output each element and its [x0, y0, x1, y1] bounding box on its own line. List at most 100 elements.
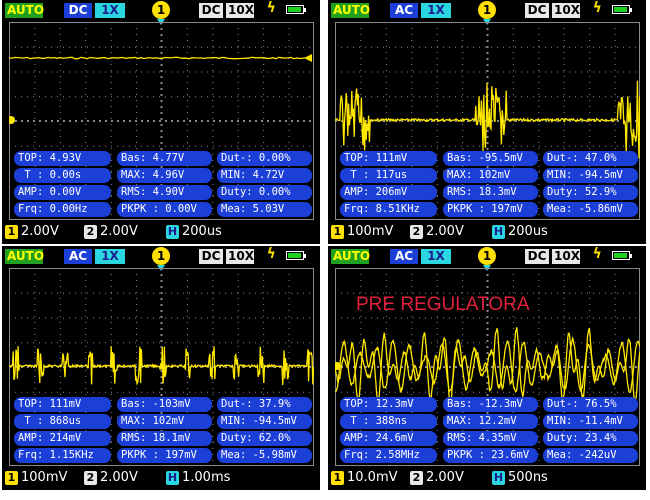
measurement-top: TOP: 12.3mV — [340, 397, 437, 412]
timebase-value: 1.00ms — [182, 470, 231, 485]
measurement-min: MIN: 4.72V — [217, 168, 312, 183]
channel-scale-bar: 1 2.00V 2 2.00V H 200us — [2, 221, 320, 244]
timebase-scale[interactable]: H 200us — [166, 224, 222, 240]
trigger-badge-icon[interactable]: 1 — [152, 1, 170, 19]
ch2-coupling-badge[interactable]: DC — [525, 249, 549, 264]
measurement-duty: Duty: 0.00% — [217, 185, 312, 200]
measurement-min: MIN: -94.5mV — [543, 168, 638, 183]
waveform-trace — [9, 56, 313, 60]
measurement-top: TOP: 111mV — [14, 397, 111, 412]
measurement-table: TOP: 4.93V Bas: 4.77V Dut-: 0.00% T : 0.00… — [14, 151, 312, 219]
timebase-value: 500ns — [508, 470, 548, 485]
timebase-scale[interactable]: H 1.00ms — [166, 470, 230, 486]
ch2-scale[interactable]: 2 2.00V — [410, 224, 464, 240]
ch1-scale[interactable]: 1 10.0mV — [331, 470, 398, 486]
measurement-t: T : 117us — [340, 168, 437, 183]
ch2-probe-badge[interactable]: 10X — [552, 249, 580, 264]
bolt-icon: ϟ — [593, 0, 602, 16]
measurement-amp: AMP: 214mV — [14, 431, 111, 446]
trigger-badge-icon[interactable]: 1 — [152, 247, 170, 265]
ch1-coupling-badge[interactable]: DC — [64, 3, 92, 18]
channel-2-icon: 2 — [410, 225, 423, 239]
scope-panel-2: AUTO AC 1X 1 DC 10X ϟ TOP: 111mV Bas: -95… — [328, 0, 646, 244]
bolt-icon: ϟ — [267, 246, 276, 262]
measurement-max: MAX: 102mV — [117, 414, 212, 429]
measurement-frq: Frq: 8.51KHz — [340, 202, 437, 217]
ch2-scale-value: 2.00V — [100, 224, 138, 239]
measurement-rms: RMS: 4.35mV — [443, 431, 538, 446]
measurement-duty: Duty: 62.0% — [217, 431, 312, 446]
channel-1-icon: 1 — [331, 471, 344, 485]
waveform-trace — [335, 80, 640, 159]
channel-1-icon: 1 — [5, 471, 18, 485]
ch1-scale[interactable]: 1 2.00V — [5, 224, 59, 240]
ch2-probe-badge[interactable]: 10X — [226, 3, 254, 18]
measurement-top: TOP: 111mV — [340, 151, 437, 166]
measurement-max: MAX: 4.96V — [117, 168, 212, 183]
ch1-scale-value: 100mV — [21, 470, 68, 485]
measurement-pkpk: PKPK : 23.6mV — [443, 448, 538, 463]
measurement-bas: Bas: -103mV — [117, 397, 212, 412]
measurement-t: T : 388ns — [340, 414, 437, 429]
ch1-coupling-badge[interactable]: AC — [390, 249, 418, 264]
measurement-amp: AMP: 206mV — [340, 185, 437, 200]
channel-scale-bar: 1 10.0mV 2 2.00V H 500ns — [328, 467, 646, 490]
measurement-amp: AMP: 24.6mV — [340, 431, 437, 446]
ch1-probe-badge[interactable]: 1X — [95, 3, 125, 18]
horizontal-icon: H — [166, 225, 179, 239]
trigger-mode-badge[interactable]: AUTO — [331, 3, 370, 18]
ch1-probe-badge[interactable]: 1X — [421, 249, 451, 264]
status-bar: AUTO AC 1X 1 DC 10X ϟ — [328, 246, 646, 271]
measurement-dutm: Dut-: 76.5% — [543, 397, 638, 412]
horizontal-icon: H — [166, 471, 179, 485]
measurement-min: MIN: -94.5mV — [217, 414, 312, 429]
ch2-scale[interactable]: 2 2.00V — [84, 224, 138, 240]
ch1-probe-badge[interactable]: 1X — [421, 3, 451, 18]
channel-2-icon: 2 — [84, 225, 97, 239]
waveform-trace — [9, 346, 314, 386]
ch2-probe-badge[interactable]: 10X — [552, 3, 580, 18]
trigger-badge-icon[interactable]: 1 — [478, 247, 496, 265]
status-bar: AUTO DC 1X 1 DC 10X ϟ — [2, 0, 320, 25]
timebase-value: 200us — [508, 224, 548, 239]
measurement-duty: Duty: 52.9% — [543, 185, 638, 200]
ch1-scale-value: 2.00V — [21, 224, 59, 239]
measurement-table: TOP: 12.3mV Bas: -12.3mV Dut-: 76.5% T : 3… — [340, 397, 638, 465]
ch2-scale[interactable]: 2 2.00V — [410, 470, 464, 486]
ch2-coupling-badge[interactable]: DC — [199, 3, 223, 18]
measurement-frq: Frq: 0.00Hz — [14, 202, 111, 217]
measurement-bas: Bas: 4.77V — [117, 151, 212, 166]
measurement-dutm: Dut-: 37.9% — [217, 397, 312, 412]
channel-2-icon: 2 — [84, 471, 97, 485]
measurement-dutm: Dut-: 0.00% — [217, 151, 312, 166]
measurement-dutm: Dut-: 47.0% — [543, 151, 638, 166]
trigger-mode-badge[interactable]: AUTO — [331, 249, 370, 264]
ch2-coupling-badge[interactable]: DC — [199, 249, 223, 264]
ch2-probe-badge[interactable]: 10X — [226, 249, 254, 264]
ch1-scale[interactable]: 1 100mV — [5, 470, 67, 486]
trigger-mode-badge[interactable]: AUTO — [5, 3, 44, 18]
battery-icon — [286, 5, 306, 14]
ch1-probe-badge[interactable]: 1X — [95, 249, 125, 264]
trigger-level-marker — [304, 54, 312, 62]
ch2-coupling-badge[interactable]: DC — [525, 3, 549, 18]
ch1-scale-value: 100mV — [347, 224, 394, 239]
timebase-scale[interactable]: H 200us — [492, 224, 548, 240]
trigger-badge-icon[interactable]: 1 — [478, 1, 496, 19]
scope-panel-1: AUTO DC 1X 1 DC 10X ϟ TOP: 4.93V Bas: 4.7… — [2, 0, 320, 244]
ch2-scale-value: 2.00V — [426, 470, 464, 485]
horizontal-icon: H — [492, 225, 505, 239]
channel-2-icon: 2 — [410, 471, 423, 485]
measurement-mea: Mea: -5.86mV — [543, 202, 638, 217]
ch1-scale[interactable]: 1 100mV — [331, 224, 393, 240]
ch2-scale-value: 2.00V — [426, 224, 464, 239]
ch1-coupling-badge[interactable]: AC — [64, 249, 92, 264]
trigger-mode-badge[interactable]: AUTO — [5, 249, 44, 264]
battery-icon — [612, 251, 632, 260]
measurement-max: MAX: 12.2mV — [443, 414, 538, 429]
ch2-scale[interactable]: 2 2.00V — [84, 470, 138, 486]
timebase-scale[interactable]: H 500ns — [492, 470, 548, 486]
bolt-icon: ϟ — [593, 246, 602, 262]
ch1-coupling-badge[interactable]: AC — [390, 3, 418, 18]
measurement-max: MAX: 102mV — [443, 168, 538, 183]
